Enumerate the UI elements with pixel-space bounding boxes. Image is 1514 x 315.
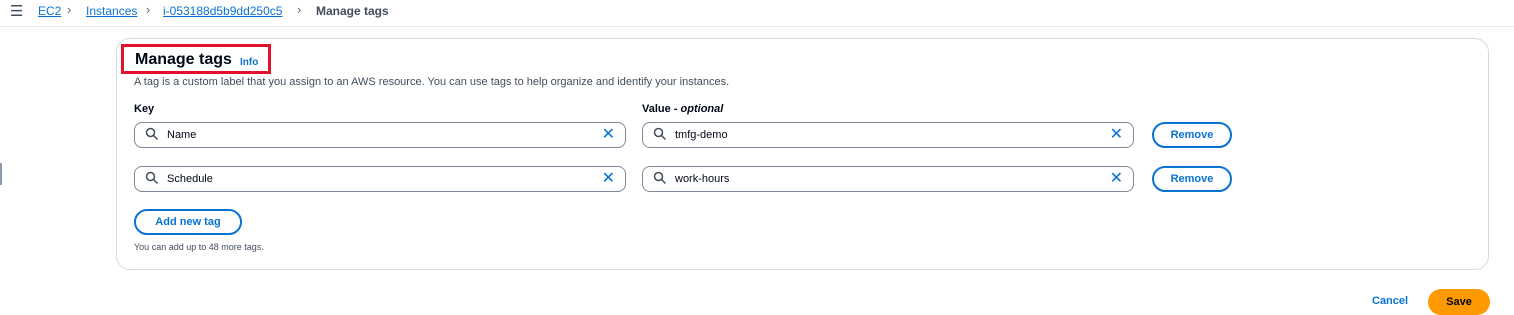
search-icon [145, 171, 159, 185]
remove-tag-button-2[interactable]: Remove [1152, 166, 1232, 192]
breadcrumb-ec2[interactable]: EC2 [38, 4, 61, 18]
page-title: Manage tags [135, 51, 232, 68]
search-icon [145, 127, 159, 141]
tag-key-value: Schedule [167, 173, 213, 185]
tag-value-value: tmfg-demo [675, 129, 728, 141]
tag-value-input-1[interactable]: tmfg-demo ✕ [642, 122, 1134, 148]
breadcrumb-instances[interactable]: Instances [86, 4, 137, 18]
key-column-label: Key [134, 103, 155, 115]
info-link[interactable]: Info [240, 57, 258, 68]
chevron-right-icon: › [146, 2, 151, 17]
add-new-tag-button[interactable]: Add new tag [134, 209, 242, 235]
search-icon [653, 127, 667, 141]
value-column-label: Value - optional [642, 103, 724, 115]
save-button[interactable]: Save [1428, 289, 1490, 315]
chevron-right-icon: › [67, 2, 72, 17]
breadcrumb-instance-id[interactable]: i-053188d5b9dd250c5 [163, 4, 282, 18]
remove-tag-button-1[interactable]: Remove [1152, 122, 1232, 148]
close-icon[interactable]: ✕ [1110, 170, 1123, 188]
tag-key-input-1[interactable]: Name ✕ [134, 122, 626, 148]
tag-limit-hint: You can add up to 48 more tags. [134, 242, 264, 252]
close-icon[interactable]: ✕ [602, 170, 615, 188]
side-panel-edge [0, 163, 2, 185]
tag-value-value: work-hours [675, 173, 730, 185]
chevron-right-icon: › [297, 2, 302, 17]
manage-tags-container [116, 38, 1489, 270]
optional-label: optional [680, 103, 724, 115]
close-icon[interactable]: ✕ [602, 126, 615, 144]
top-bar: ☰ EC2 › Instances › i-053188d5b9dd250c5 … [0, 0, 1514, 27]
tag-value-input-2[interactable]: work-hours ✕ [642, 166, 1134, 192]
cancel-button[interactable]: Cancel [1372, 295, 1408, 307]
close-icon[interactable]: ✕ [1110, 126, 1123, 144]
search-icon [653, 171, 667, 185]
tag-key-input-2[interactable]: Schedule ✕ [134, 166, 626, 192]
menu-icon[interactable]: ☰ [10, 2, 23, 20]
description-text: A tag is a custom label that you assign … [134, 76, 730, 88]
tag-key-value: Name [167, 129, 197, 141]
breadcrumb-current: Manage tags [316, 4, 389, 18]
